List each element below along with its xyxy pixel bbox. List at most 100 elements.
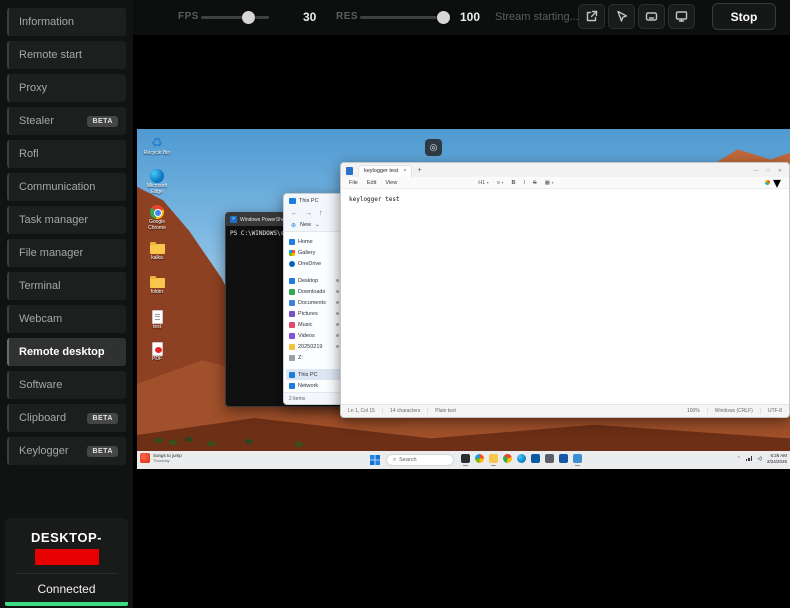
sidebar-item-clipboard[interactable]: ClipboardBETA [7,404,126,432]
camera-icon[interactable] [545,454,554,463]
explorer-item-onedrive[interactable]: OneDrive [286,258,342,269]
menu-file[interactable]: File [349,180,358,186]
heading-dropdown[interactable]: H1 ▾ [478,180,489,186]
stream-viewport[interactable]: ♻ Recycle Bin Microsoft Edge Google Chro… [133,35,790,608]
explorer-item-videos[interactable]: Videos [286,330,342,341]
pin-icon [336,345,339,348]
sidebar-item-webcam[interactable]: Webcam [7,305,126,333]
menu-view[interactable]: View [385,180,397,186]
sidebar-item-label: Stealer [19,115,54,127]
notepad-tab[interactable]: keylogger test × [358,165,412,177]
notepad-window[interactable]: keylogger test × + — □ ✕ File Edit View [340,162,790,418]
open-external-button[interactable] [578,4,605,29]
desktop-icon-chrome[interactable]: Google Chrome [141,204,173,231]
clock-date: 2/24/2025 [767,459,787,465]
forward-icon[interactable]: → [305,210,312,217]
sidebar-item-task-manager[interactable]: Task manager [7,206,126,234]
new-icon: ⊕ [291,222,296,229]
sidebar-item-remote-desktop[interactable]: Remote desktop [7,338,126,366]
sidebar-item-keylogger[interactable]: KeyloggerBETA [7,437,126,465]
taskbar-search[interactable]: ⌕ Search [386,454,454,466]
powershell-icon: > [230,216,237,223]
music-icon [289,322,295,328]
explorer-item-pictures[interactable]: Pictures [286,308,342,319]
remote-cursor-button[interactable] [608,4,635,29]
line-endings: Windows (CRLF) [708,408,761,414]
explorer-item-downloads[interactable]: Downloads [286,286,342,297]
word-icon[interactable] [559,454,568,463]
sidebar-item-stealer[interactable]: StealerBETA [7,107,126,135]
sidebar-item-remote-start[interactable]: Remote start [7,41,126,69]
store-icon[interactable] [531,454,540,463]
sidebar-item-file-manager[interactable]: File manager [7,239,126,267]
res-slider-thumb[interactable] [437,11,450,24]
folder-icon [289,344,295,350]
volume-icon[interactable]: ◃) [757,456,762,462]
table-dropdown[interactable]: ▦ ▾ [545,180,554,186]
sidebar-item-rofl[interactable]: Rofl [7,140,126,168]
stop-button[interactable]: Stop [712,3,776,30]
desktop-icon-recycle-bin[interactable]: ♻ Recycle Bin [141,135,173,157]
minimize-icon[interactable]: — [754,168,759,174]
start-button[interactable] [370,455,380,465]
desktop-icon-text-file[interactable]: test [141,309,173,331]
new-tab-icon[interactable]: + [417,167,421,174]
this-pc-icon [289,372,295,378]
italic-button[interactable]: I [524,180,526,186]
beta-badge: BETA [87,413,118,424]
remote-desktop-view[interactable]: ♻ Recycle Bin Microsoft Edge Google Chro… [137,129,790,469]
pictures-icon [289,311,295,317]
display-button[interactable] [668,4,695,29]
explorer-item-network[interactable]: Network [286,380,342,391]
chrome-icon[interactable] [503,454,512,463]
explorer-item-z-drive[interactable]: Z: [286,352,342,363]
desktop-icon-pdf[interactable]: PDF [141,341,173,363]
sidebar-item-proxy[interactable]: Proxy [7,74,126,102]
desktop-icon-folder-2[interactable]: folder [141,274,173,296]
fps-slider[interactable] [201,16,269,19]
back-icon[interactable]: ← [291,210,298,217]
explorer-item-this-pc[interactable]: This PC [286,369,342,380]
screenshot-button[interactable] [638,4,665,29]
desktop-icon-edge[interactable]: Microsoft Edge [141,168,173,195]
tab-close-icon[interactable]: × [403,168,406,174]
list-dropdown[interactable]: ≡ ▾ [497,180,504,186]
network-icon[interactable] [746,456,753,461]
capture-app-icon[interactable]: ◎ [425,139,442,156]
taskbar-clock[interactable]: 6:26 AM 2/24/2025 [767,453,787,464]
pin-icon [336,301,339,304]
menu-edit[interactable]: Edit [367,180,376,186]
edge-icon[interactable] [517,454,526,463]
bold-button[interactable]: B [512,180,516,186]
fps-slider-thumb[interactable] [242,11,255,24]
new-button[interactable]: New [300,222,311,228]
sidebar-item-information[interactable]: Information [7,8,126,36]
desktop-folder-icon [289,278,295,284]
explorer-item-music[interactable]: Music [286,319,342,330]
task-view-icon[interactable] [461,454,470,463]
photos-icon[interactable] [475,454,484,463]
up-icon[interactable]: ↑ [319,210,323,217]
sidebar-item-software[interactable]: Software [7,371,126,399]
explorer-item-dated-folder[interactable]: 20250219 [286,341,342,352]
sidebar-item-communication[interactable]: Communication [7,173,126,201]
home-icon [289,239,295,245]
pin-icon [336,279,339,282]
widgets-button[interactable]: Songs to jump Thursday [140,453,182,463]
explorer-item-gallery[interactable]: Gallery [286,247,342,258]
strikethrough-button[interactable]: S [533,180,537,186]
stream-toolbar: FPS 30 RES 100 Stream starting... [133,0,790,35]
app-root: Information Remote start Proxy StealerBE… [0,0,790,608]
sidebar-item-terminal[interactable]: Terminal [7,272,126,300]
notepad-taskbar-icon[interactable] [573,454,582,463]
sidebar-item-label: Remote desktop [19,346,105,358]
notepad-editor[interactable]: keylogger test [341,189,789,404]
file-explorer-icon[interactable] [489,454,498,463]
pin-icon [336,290,339,293]
desktop-icon-folder-1[interactable]: kalka [141,240,173,262]
explorer-item-desktop[interactable]: Desktop [286,275,342,286]
res-slider[interactable] [360,16,448,19]
explorer-item-documents[interactable]: Documents [286,297,342,308]
explorer-item-home[interactable]: Home [286,236,342,247]
hidden-icons-chevron[interactable]: ⌃ [737,456,741,462]
